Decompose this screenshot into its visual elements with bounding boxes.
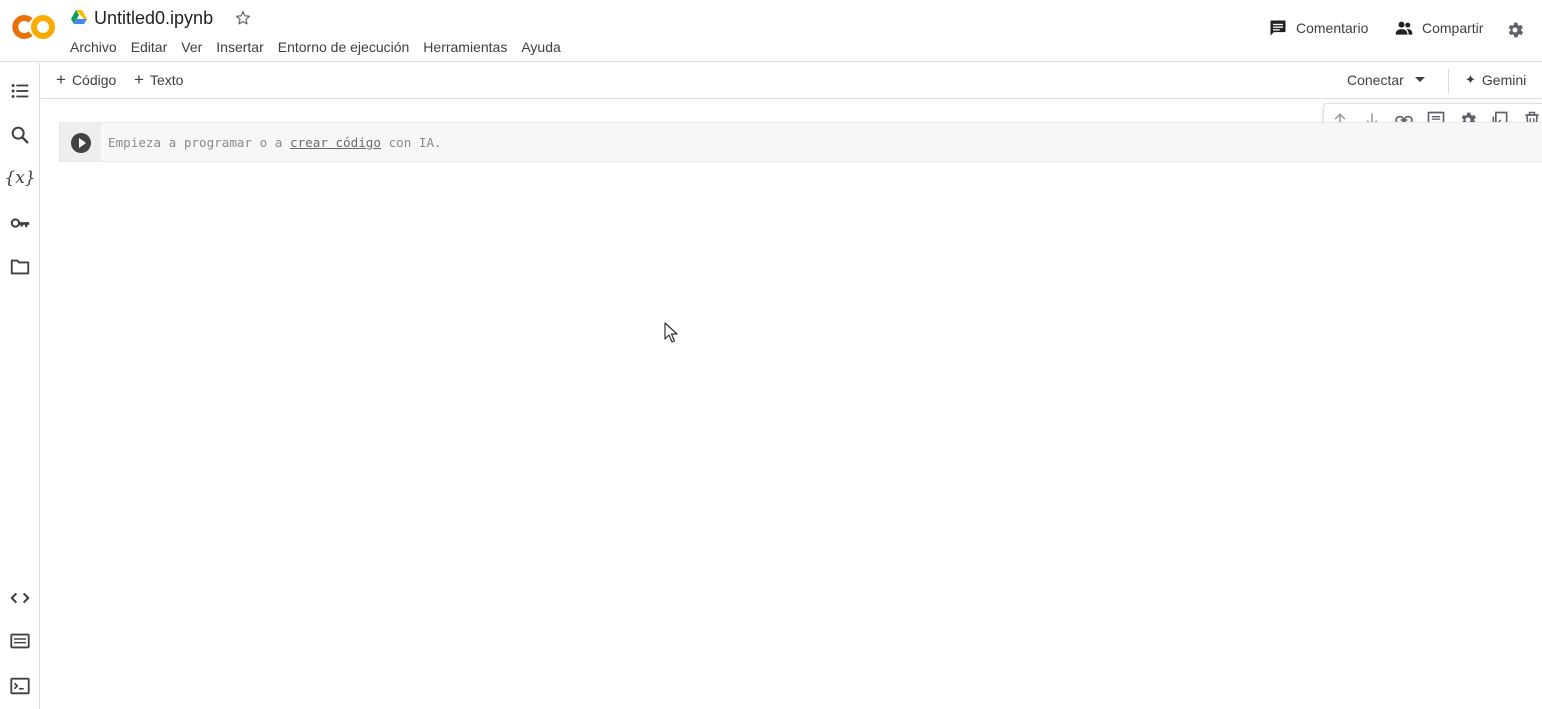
toolbar-divider — [1448, 69, 1449, 93]
connect-button[interactable]: Conectar — [1347, 72, 1404, 88]
people-icon — [1395, 21, 1413, 35]
secrets-key-icon[interactable] — [9, 212, 31, 234]
menu-insertar[interactable]: Insertar — [209, 37, 270, 57]
placeholder-text-start: Empieza a programar o a — [108, 135, 290, 150]
table-of-contents-icon[interactable] — [9, 80, 31, 102]
variables-icon[interactable]: {x} — [4, 167, 35, 189]
notebook-title[interactable]: Untitled0.ipynb — [94, 8, 213, 29]
app-header: Untitled0.ipynb Archivo Editar Ver Inser… — [0, 0, 1542, 62]
gemini-label: Gemini — [1481, 72, 1527, 88]
cell-editor-placeholder[interactable]: Empieza a programar o a crear código con… — [108, 135, 442, 150]
settings-gear-icon[interactable] — [1505, 20, 1525, 40]
add-text-label: Texto — [149, 72, 184, 88]
add-text-button[interactable]: + Texto — [134, 70, 184, 89]
left-sidebar: {x} — [0, 63, 40, 709]
menu-herramientas[interactable]: Herramientas — [416, 37, 514, 57]
notebook-toolbar: + Código + Texto Conectar ✦ Gemini — [41, 63, 1542, 99]
menu-ver[interactable]: Ver — [174, 37, 209, 57]
add-code-button[interactable]: + Código — [56, 70, 117, 89]
menu-entorno-de-ejecucion[interactable]: Entorno de ejecución — [271, 37, 417, 57]
files-folder-icon[interactable] — [9, 256, 31, 278]
colab-logo-icon[interactable] — [12, 13, 56, 41]
placeholder-text-end: con IA. — [380, 135, 442, 150]
star-icon[interactable] — [234, 9, 252, 27]
plus-icon: + — [134, 70, 144, 89]
plus-icon: + — [56, 70, 66, 89]
add-code-label: Código — [71, 72, 117, 88]
mouse-cursor-icon — [664, 322, 678, 343]
comment-icon — [1270, 20, 1286, 36]
code-cell[interactable]: Empieza a programar o a crear código con… — [59, 122, 1542, 162]
gemini-button[interactable]: ✦ Gemini — [1465, 72, 1526, 88]
generate-code-link[interactable]: crear código — [290, 135, 381, 150]
google-drive-icon — [71, 10, 87, 24]
menu-archivo[interactable]: Archivo — [63, 37, 124, 57]
command-palette-icon[interactable] — [9, 630, 31, 652]
menu-editar[interactable]: Editar — [124, 37, 175, 57]
run-cell-button[interactable] — [71, 133, 91, 153]
cell-gutter — [60, 123, 101, 161]
comment-label: Comentario — [1296, 20, 1369, 36]
chevron-down-icon — [1415, 77, 1425, 82]
gemini-sparkle-icon: ✦ — [1465, 72, 1476, 87]
share-button[interactable]: Compartir — [1394, 18, 1483, 38]
code-snippets-icon[interactable] — [9, 587, 31, 609]
comment-button[interactable]: Comentario — [1268, 18, 1368, 38]
menu-ayuda[interactable]: Ayuda — [514, 37, 567, 57]
menu-bar: Archivo Editar Ver Insertar Entorno de e… — [63, 37, 568, 57]
variables-glyph: {x} — [4, 168, 36, 188]
connect-label: Conectar — [1347, 72, 1404, 88]
terminal-icon[interactable] — [9, 675, 31, 697]
search-icon[interactable] — [9, 124, 31, 146]
share-label: Compartir — [1422, 20, 1484, 36]
connect-dropdown[interactable] — [1415, 77, 1425, 82]
